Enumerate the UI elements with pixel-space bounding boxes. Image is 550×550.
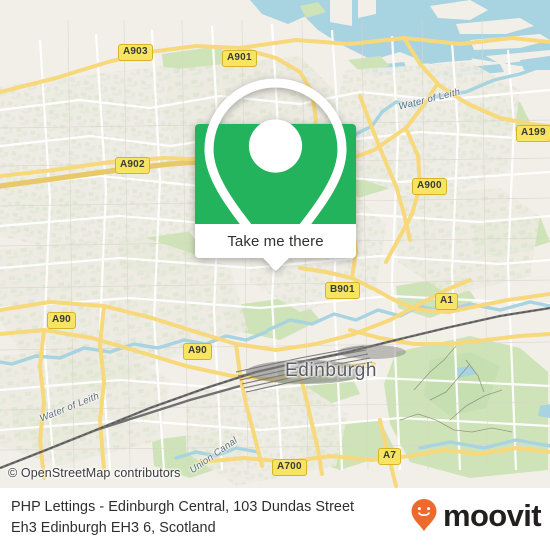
place-title-line2: Eh3 Edinburgh EH3 6, Scotland — [11, 520, 216, 536]
popup-pointer-tail — [262, 258, 289, 271]
osm-attribution[interactable]: © OpenStreetMap contributors — [8, 466, 181, 480]
road-shield-a900[interactable]: A900 — [412, 178, 447, 195]
place-title: PHP Lettings - Edinburgh Central, 103 Du… — [11, 497, 401, 539]
take-me-there-label: Take me there — [227, 232, 324, 250]
screenshot-root: A903 A901 A199 A902 A900 B901 A1 A90 A90… — [0, 0, 550, 550]
road-shield-a700[interactable]: A700 — [272, 459, 307, 476]
location-popup-card[interactable]: Take me there — [195, 78, 356, 271]
map-pin-icon — [204, 78, 347, 270]
road-shield-a90-west[interactable]: A90 — [47, 312, 76, 329]
popup-header — [195, 78, 356, 270]
road-shield-a1[interactable]: A1 — [435, 293, 459, 310]
road-shield-a199[interactable]: A199 — [516, 125, 550, 142]
road-shield-a7[interactable]: A7 — [378, 448, 402, 465]
road-shield-a902[interactable]: A902 — [115, 157, 150, 174]
place-title-line1: PHP Lettings - Edinburgh Central, 103 Du… — [11, 499, 355, 515]
moovit-wordmark: moovit — [442, 497, 542, 533]
moovit-pin-icon — [411, 499, 437, 531]
moovit-logo[interactable]: moovit — [410, 497, 542, 533]
map-canvas[interactable]: A903 A901 A199 A902 A900 B901 A1 A90 A90… — [0, 0, 550, 488]
bottom-info-bar: PHP Lettings - Edinburgh Central, 103 Du… — [0, 488, 550, 550]
road-shield-a903[interactable]: A903 — [118, 44, 153, 61]
